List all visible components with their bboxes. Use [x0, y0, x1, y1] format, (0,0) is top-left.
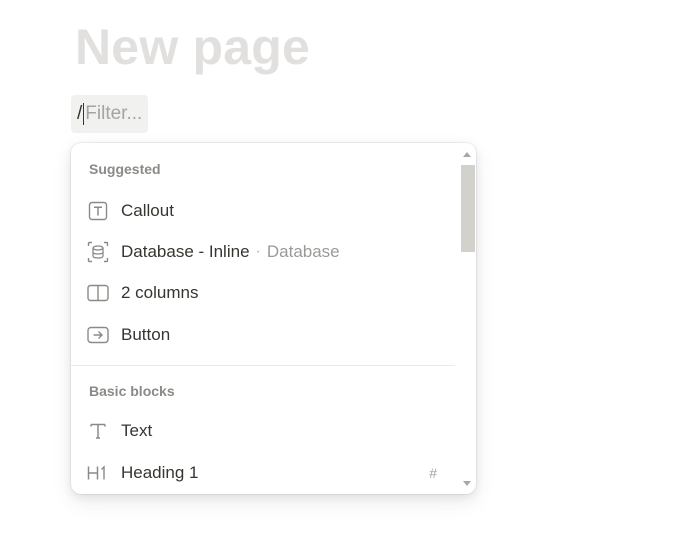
menu-item-text[interactable]: Text [77, 413, 455, 449]
filter-placeholder: Filter... [85, 103, 143, 124]
menu-item-label: Heading 1 [121, 463, 199, 482]
text-caret [83, 103, 85, 125]
section-divider [71, 365, 455, 366]
slash-command-menu: Suggested Callout Database - Inline · Da… [71, 143, 476, 494]
page-title[interactable]: New page [75, 14, 310, 80]
menu-item-callout[interactable]: Callout [77, 193, 455, 229]
menu-item-label: 2 columns [121, 283, 199, 302]
menu-item-label: Text [121, 421, 153, 440]
columns-icon [87, 282, 109, 304]
slash-char: / [77, 103, 83, 124]
menu-item-sublabel: Database [266, 242, 340, 261]
section-heading-suggested: Suggested [89, 161, 161, 177]
menu-item-label: Callout [121, 201, 174, 220]
menu-item-2-columns[interactable]: 2 columns [77, 275, 455, 311]
menu-item-label: Button [121, 325, 171, 344]
slash-command-input[interactable]: / Filter... [71, 95, 149, 133]
menu-item-label: Database - Inline [121, 242, 250, 261]
callout-icon [87, 200, 109, 222]
scroll-up-arrow-icon[interactable] [463, 152, 471, 157]
scrollbar-thumb[interactable] [461, 165, 475, 252]
menu-scrollbar[interactable] [458, 143, 476, 494]
menu-item-database-inline[interactable]: Database - Inline · Database [77, 234, 455, 270]
menu-item-shortcut: # [429, 465, 437, 481]
menu-item-button[interactable]: Button [77, 317, 455, 353]
button-icon [87, 324, 109, 346]
text-icon [87, 420, 109, 442]
menu-item-heading-1[interactable]: Heading 1 # [77, 455, 455, 491]
page: New page / Filter... Suggested Callout D… [0, 0, 700, 538]
scroll-down-arrow-icon[interactable] [463, 481, 471, 486]
database-icon [87, 241, 109, 263]
menu-scroll-area[interactable]: Suggested Callout Database - Inline · Da… [71, 143, 466, 494]
menu-item-separator: · [255, 243, 261, 260]
section-heading-basic-blocks: Basic blocks [89, 383, 175, 399]
heading1-icon [87, 462, 109, 484]
